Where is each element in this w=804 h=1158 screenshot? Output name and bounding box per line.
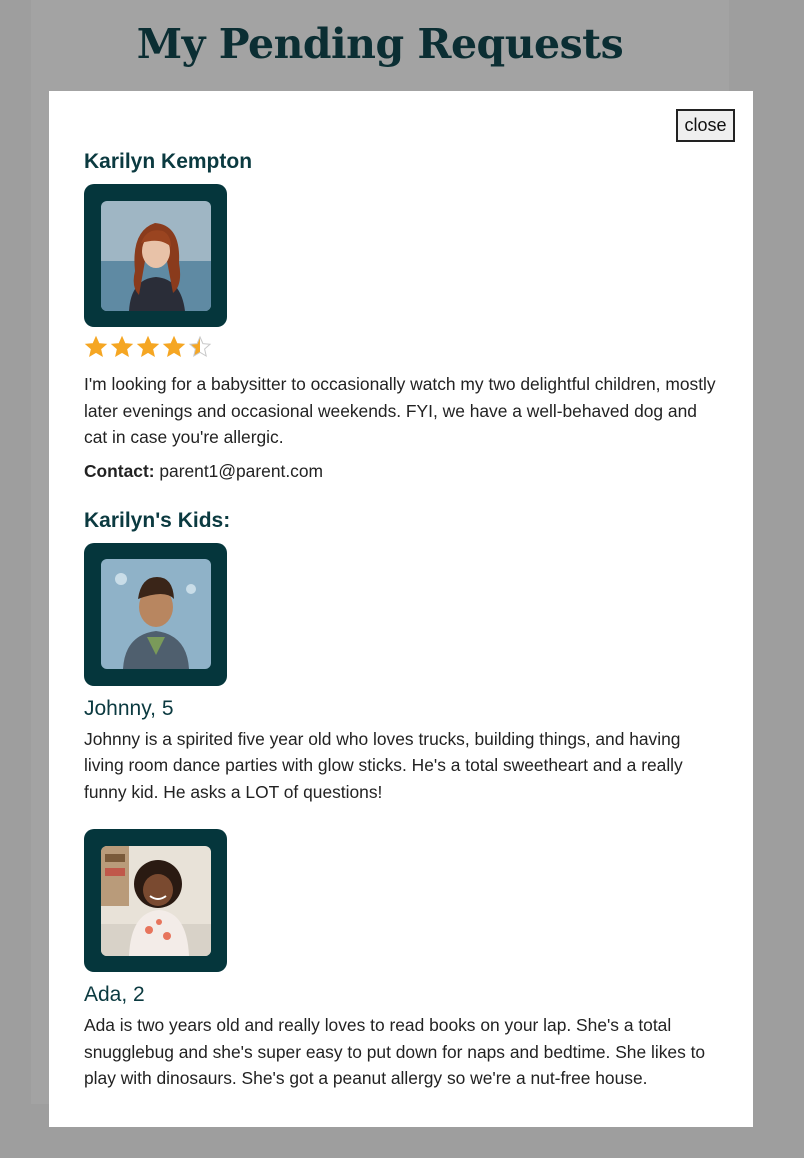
request-modal: close Karilyn Kempton I'm looking for a … <box>49 91 753 1127</box>
star-half-icon <box>188 335 212 358</box>
kid-photo-frame <box>84 542 227 686</box>
kid-description: Johnny is a spirited five year old who l… <box>84 728 683 802</box>
kid-photo-frame <box>84 829 227 972</box>
kid-description: Ada is two years old and really loves to… <box>84 1015 706 1088</box>
kids-heading: Karilyn's Kids: <box>84 508 231 532</box>
rating-stars <box>84 335 718 363</box>
contact-label: Contact: <box>84 460 155 481</box>
contact-email: parent1@parent.com <box>159 460 324 481</box>
star-full-icon <box>162 335 186 358</box>
kid-photo <box>100 845 211 956</box>
star-full-icon <box>110 335 134 358</box>
star-full-icon <box>84 335 108 358</box>
star-full-icon <box>136 335 160 358</box>
parent-description: I'm looking for a babysitter to occasion… <box>84 374 716 447</box>
parent-name: Karilyn Kempton <box>84 150 253 173</box>
page-title: My Pending Requests <box>136 20 624 68</box>
kid-name: Ada, 2 <box>84 983 145 1006</box>
close-button[interactable]: close <box>676 109 735 142</box>
kid-name: Johnny, 5 <box>84 696 174 720</box>
kid-card: Ada, 2 Ada is two years old and really l… <box>84 829 718 1092</box>
contact-line: Contact: parent1@parent.com <box>84 461 718 482</box>
kid-card: Johnny, 5 Johnny is a spirited five year… <box>84 542 718 806</box>
parent-photo <box>100 200 211 311</box>
parent-photo-frame <box>84 184 227 327</box>
kid-photo <box>100 559 211 669</box>
